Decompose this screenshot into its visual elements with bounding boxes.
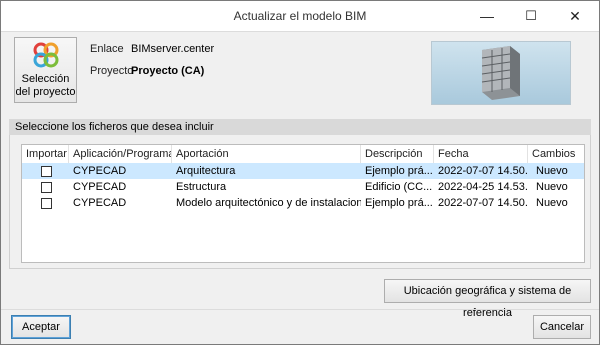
table-row[interactable]: CYPECAD Arquitectura Ejemplo prá... 2022… (22, 163, 584, 179)
cell-cambios: Nuevo (536, 197, 568, 209)
cell-descripcion: Ejemplo prá... (365, 165, 433, 177)
files-group-header: Seleccione los ficheros que desea inclui… (9, 119, 591, 135)
col-descripcion[interactable]: Descripción (361, 145, 434, 163)
import-checkbox[interactable] (41, 182, 52, 193)
dialog-window: Actualizar el modelo BIM — ☐ ✕ Selección… (0, 0, 600, 345)
footer-divider (1, 309, 599, 310)
model-preview (431, 41, 571, 105)
cancel-button[interactable]: Cancelar (533, 315, 591, 339)
title-bar: Actualizar el modelo BIM — ☐ ✕ (1, 1, 599, 31)
import-checkbox[interactable] (41, 166, 52, 177)
select-project-label: Selección del proyecto (15, 73, 76, 98)
col-aplicacion[interactable]: Aplicación/Programa (69, 145, 172, 163)
link-value: BIMserver.center (131, 43, 215, 55)
cell-app: CYPECAD (73, 197, 127, 209)
table-row[interactable]: CYPECAD Estructura Edificio (CC... 2022-… (22, 179, 584, 195)
building-model-icon (481, 46, 520, 100)
bimserver-logo-icon (33, 42, 59, 68)
minimize-button[interactable]: — (465, 1, 509, 31)
files-table: Importar Aplicación/Programa Aportación … (21, 144, 585, 263)
cell-aportacion: Modelo arquitectónico y de instalaciones (176, 197, 361, 209)
project-value: Proyecto (CA) (131, 65, 205, 77)
col-importar[interactable]: Importar (22, 145, 69, 163)
import-checkbox[interactable] (41, 198, 52, 209)
geo-reference-button[interactable]: Ubicación geográfica y sistema de refere… (384, 279, 591, 319)
cell-descripcion: Ejemplo prá... (365, 197, 433, 209)
cell-fecha: 2022-07-07 14.50.38 (438, 165, 528, 177)
cell-aportacion: Arquitectura (176, 165, 236, 177)
cell-fecha: 2022-04-25 14.53.56 (438, 181, 528, 193)
title-divider (1, 31, 599, 32)
cell-fecha: 2022-07-07 14.50.25 (438, 197, 528, 209)
files-group-title: Seleccione los ficheros que desea inclui… (15, 121, 214, 133)
cell-descripcion: Edificio (CC... (365, 181, 433, 193)
select-project-button[interactable]: Selección del proyecto (14, 37, 77, 103)
cell-cambios: Nuevo (536, 181, 568, 193)
table-row[interactable]: CYPECAD Modelo arquitectónico y de insta… (22, 195, 584, 211)
col-fecha[interactable]: Fecha (434, 145, 528, 163)
link-key: Enlace (90, 43, 124, 55)
cell-app: CYPECAD (73, 165, 127, 177)
col-aportacion[interactable]: Aportación (172, 145, 361, 163)
close-button[interactable]: ✕ (553, 1, 597, 31)
accept-button[interactable]: Aceptar (11, 315, 71, 339)
cell-cambios: Nuevo (536, 165, 568, 177)
cell-aportacion: Estructura (176, 181, 227, 193)
maximize-button[interactable]: ☐ (509, 1, 553, 31)
cell-app: CYPECAD (73, 181, 127, 193)
col-cambios[interactable]: Cambios (528, 145, 584, 163)
project-key: Proyecto (90, 65, 134, 77)
table-header: Importar Aplicación/Programa Aportación … (22, 145, 584, 164)
